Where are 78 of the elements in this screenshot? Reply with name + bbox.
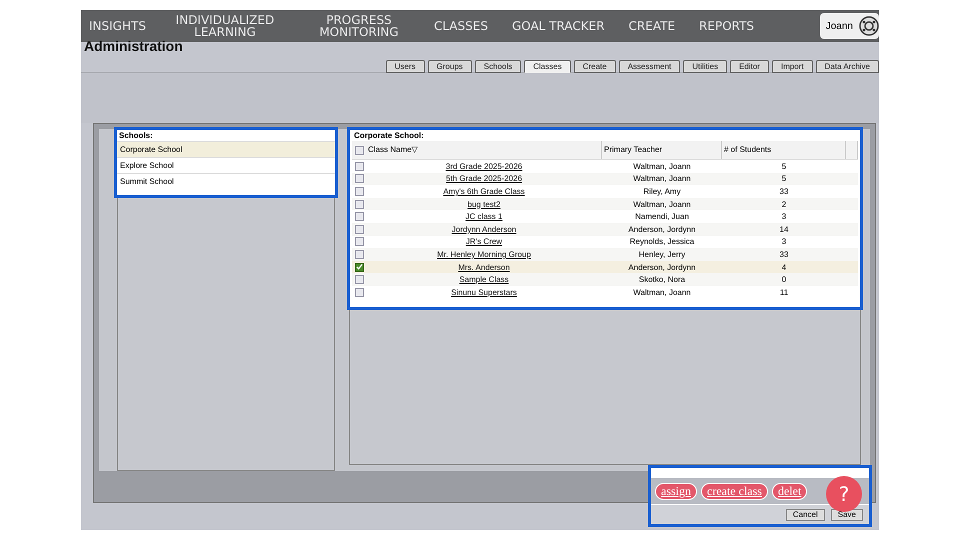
class-link[interactable]: Mr. Henley Morning Group	[437, 250, 531, 259]
table-cell: 5	[782, 162, 786, 171]
school-item[interactable]: Corporate School	[117, 141, 335, 157]
row-checkbox[interactable]	[354, 174, 364, 184]
class-link[interactable]: Mrs. Anderson	[458, 262, 510, 272]
row-checkbox[interactable]	[354, 162, 364, 171]
row-checkbox[interactable]	[354, 288, 364, 297]
row-checkbox[interactable]	[354, 250, 364, 259]
footer-button[interactable]: Cancel	[786, 508, 825, 520]
column-header[interactable]: # of Students	[722, 141, 846, 159]
table-cell: Reynolds, Jessica	[630, 237, 694, 246]
tab[interactable]: Editor	[730, 60, 769, 73]
select-all-checkbox[interactable]	[354, 146, 364, 154]
action-button[interactable]: delet	[772, 482, 808, 500]
page-title: Administration	[84, 38, 183, 54]
table-cell: Waltman, Joann	[633, 200, 691, 209]
tab[interactable]: Import	[772, 60, 813, 73]
row-checkbox[interactable]	[354, 275, 364, 284]
tab[interactable]: Assessment	[618, 60, 680, 73]
school-item[interactable]: Summit School	[117, 173, 335, 189]
tab[interactable]: Utilities	[683, 60, 728, 73]
row-checkbox[interactable]	[354, 224, 364, 234]
class-link[interactable]: bug test2	[468, 200, 500, 209]
table-cell: 3	[782, 237, 786, 246]
table-cell: 33	[780, 186, 788, 196]
row-checkbox[interactable]	[354, 237, 364, 246]
table-cell: Waltman, Joann	[633, 162, 691, 171]
nav-item[interactable]: INSIGHTS	[89, 20, 146, 32]
table-cell: 11	[780, 288, 788, 297]
class-link[interactable]: Sinunu Superstars	[451, 288, 517, 297]
tab[interactable]: Users	[386, 60, 425, 73]
tab[interactable]: Schools	[474, 60, 522, 73]
avatar-icon	[859, 16, 879, 36]
table-title: Corporate School:	[353, 130, 425, 141]
table-cell: 2	[782, 200, 786, 209]
class-link[interactable]: Amy's 6th Grade Class	[443, 186, 525, 196]
row-checkbox[interactable]	[354, 186, 364, 196]
tab[interactable]: Groups	[428, 60, 472, 73]
nav-item[interactable]: INDIVIDUALIZED LEARNING	[170, 14, 280, 38]
table-cell: Anderson, Jordynn	[628, 262, 696, 272]
action-button[interactable]: assign	[655, 482, 697, 500]
nav-item[interactable]: REPORTS	[699, 20, 754, 32]
row-checkbox[interactable]	[354, 212, 364, 222]
table-cell: 33	[780, 250, 788, 259]
table-cell: 14	[780, 224, 788, 234]
class-link[interactable]: JC class 1	[466, 212, 502, 222]
nav-item[interactable]: CREATE	[628, 20, 676, 32]
table-cell: 0	[782, 275, 786, 284]
table-cell: Waltman, Joann	[633, 174, 691, 184]
table-cell: Riley, Amy	[643, 186, 681, 196]
class-link[interactable]: Jordynn Anderson	[452, 224, 516, 234]
school-item[interactable]: Explore School	[117, 157, 335, 173]
user-name: Joann	[826, 20, 853, 32]
tab[interactable]: Create	[574, 60, 616, 73]
class-link[interactable]: 3rd Grade 2025-2026	[446, 162, 522, 171]
table-cell: Skotko, Nora	[638, 275, 686, 284]
tab[interactable]: Classes	[524, 60, 571, 73]
action-button[interactable]: create class	[701, 482, 768, 500]
nav-item[interactable]: GOAL TRACKER	[512, 20, 605, 32]
table-cell: Waltman, Joann	[633, 288, 691, 297]
class-link[interactable]: JR's Crew	[466, 237, 502, 246]
table-cell: 5	[782, 174, 786, 184]
table-cell: Henley, Jerry	[638, 250, 686, 259]
nav-item[interactable]: CLASSES	[434, 20, 488, 32]
class-link[interactable]: 5th Grade 2025-2026	[446, 174, 522, 184]
table-cell: Namendi, Juan	[635, 212, 689, 222]
user-menu[interactable]: Joann	[820, 13, 879, 39]
table-cell: 3	[782, 212, 786, 222]
column-header[interactable]: Class Name▽	[366, 141, 602, 159]
table-cell: Anderson, Jordynn	[628, 224, 696, 234]
list-title: Schools:	[118, 130, 154, 141]
nav-item[interactable]: PROGRESS MONITORING	[314, 14, 404, 38]
class-link[interactable]: Sample Class	[459, 275, 509, 284]
column-header[interactable]: Primary Teacher	[602, 141, 722, 159]
row-checkbox[interactable]	[354, 262, 364, 272]
table-cell: 4	[782, 262, 786, 272]
tab[interactable]: Data Archive	[816, 60, 879, 73]
row-checkbox[interactable]	[354, 200, 364, 209]
